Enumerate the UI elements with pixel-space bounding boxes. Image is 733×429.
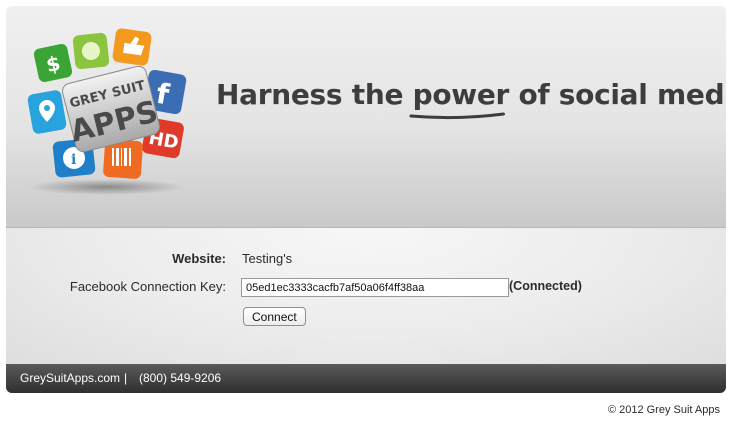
svg-text:i: i bbox=[71, 152, 76, 168]
facebook-key-input[interactable] bbox=[241, 278, 509, 297]
connect-button[interactable]: Connect bbox=[243, 307, 306, 326]
footer-separator: | bbox=[124, 371, 128, 385]
footer-site-link[interactable]: GreySuitApps.com bbox=[20, 364, 120, 393]
facebook-key-label: Facebook Connection Key: bbox=[69, 279, 226, 294]
footer-bar: GreySuitApps.com | (800) 549-9206 bbox=[6, 364, 726, 393]
tagline-highlight: power bbox=[409, 78, 509, 120]
settings-form: Website: Testing's Facebook Connection K… bbox=[6, 228, 726, 364]
tagline: Harness the power of social media. bbox=[216, 78, 727, 120]
underline-swoosh bbox=[409, 112, 505, 120]
header-banner: $ f HD i GREY SUIT APPS Harness the powe… bbox=[6, 6, 726, 228]
copyright-text: © 2012 Grey Suit Apps bbox=[607, 404, 720, 416]
footer-phone: (800) 549-9206 bbox=[139, 371, 222, 385]
connection-status: (Connected) bbox=[509, 279, 582, 293]
grey-suit-apps-logo: $ f HD i GREY SUIT APPS bbox=[27, 28, 187, 195]
page-frame: $ f HD i GREY SUIT APPS Harness the powe… bbox=[6, 6, 726, 393]
website-label: Website: bbox=[172, 251, 226, 266]
tagline-before: Harness the bbox=[216, 78, 413, 111]
tagline-after: of social media. bbox=[518, 78, 727, 111]
website-value: Testing's bbox=[242, 251, 293, 266]
